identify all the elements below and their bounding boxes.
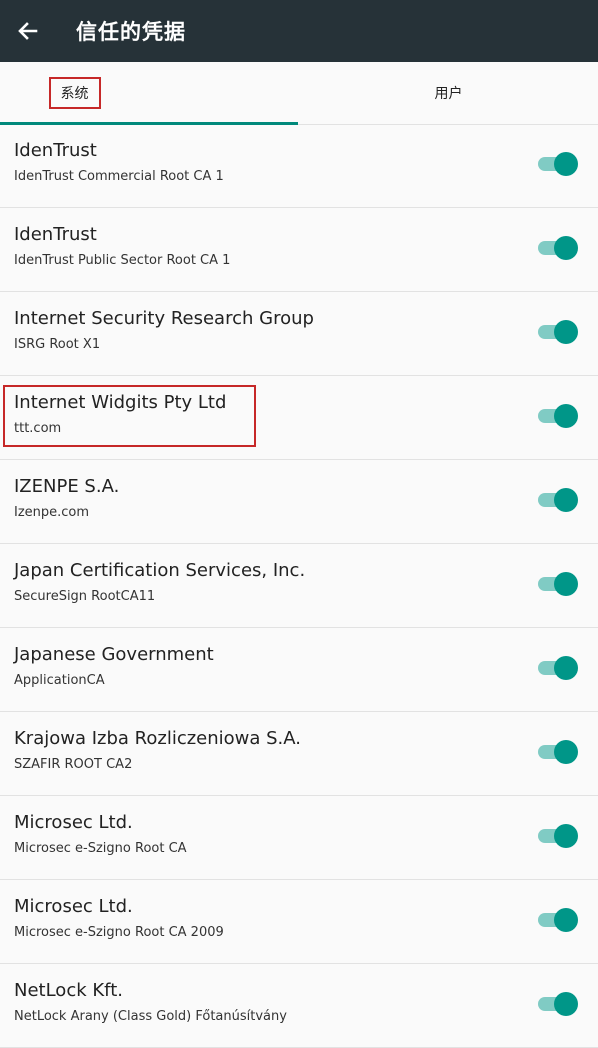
cert-subtitle: SZAFIR ROOT CA2 [14, 757, 133, 772]
cert-row[interactable]: IdenTrust IdenTrust Public Sector Root C… [0, 208, 598, 292]
cert-title: Japan Certification Services, Inc. [14, 560, 306, 581]
toggle-thumb [554, 656, 578, 680]
cert-title: Internet Security Research Group [14, 308, 314, 329]
tab-system-highlight: 系统 [48, 77, 101, 109]
cert-subtitle: Izenpe.com [14, 505, 90, 520]
cert-row[interactable]: Internet Security Research Group ISRG Ro… [0, 292, 598, 376]
cert-title: Internet Widgits Pty Ltd [14, 392, 227, 413]
tab-bar: 系统 用户 [0, 62, 598, 125]
cert-title: Krajowa Izba Rozliczeniowa S.A. [14, 728, 301, 749]
cert-subtitle: NetLock Arany (Class Gold) Főtanúsítvány [14, 1009, 287, 1024]
cert-subtitle: Microsec e-Szigno Root CA 2009 [14, 925, 224, 940]
cert-title: IdenTrust [14, 224, 97, 245]
cert-row[interactable]: Japan Certification Services, Inc. Secur… [0, 544, 598, 628]
app-bar: 信任的凭据 [0, 0, 598, 62]
toggle-thumb [554, 404, 578, 428]
toggle-thumb [554, 152, 578, 176]
cert-subtitle: ISRG Root X1 [14, 337, 101, 352]
cert-title: Microsec Ltd. [14, 812, 133, 833]
tab-user[interactable]: 用户 [299, 62, 598, 124]
toggle-thumb [554, 572, 578, 596]
toggle-thumb [554, 908, 578, 932]
back-arrow-icon[interactable] [16, 19, 40, 43]
cert-toggle[interactable] [538, 656, 578, 680]
cert-row[interactable]: IdenTrust IdenTrust Commercial Root CA 1 [0, 124, 598, 208]
back-arrow-svg [18, 22, 38, 40]
cert-subtitle: Microsec e-Szigno Root CA [14, 841, 187, 856]
cert-title: Microsec Ltd. [14, 896, 133, 917]
toggle-thumb [554, 824, 578, 848]
cert-toggle[interactable] [538, 236, 578, 260]
cert-toggle[interactable] [538, 824, 578, 848]
cert-row[interactable]: IZENPE S.A. Izenpe.com [0, 460, 598, 544]
cert-list: IdenTrust IdenTrust Commercial Root CA 1… [0, 124, 598, 1048]
cert-toggle[interactable] [538, 572, 578, 596]
cert-row[interactable]: Microsec Ltd. Microsec e-Szigno Root CA [0, 796, 598, 880]
toggle-thumb [554, 488, 578, 512]
cert-toggle[interactable] [538, 320, 578, 344]
cert-row[interactable]: NetLock Kft. NetLock Arany (Class Gold) … [0, 964, 598, 1048]
cert-title: NetLock Kft. [14, 980, 123, 1001]
cert-toggle[interactable] [538, 152, 578, 176]
cert-toggle[interactable] [538, 908, 578, 932]
toggle-thumb [554, 320, 578, 344]
cert-row[interactable]: Japanese Government ApplicationCA [0, 628, 598, 712]
cert-toggle[interactable] [538, 404, 578, 428]
toggle-thumb [554, 992, 578, 1016]
cert-title: IdenTrust [14, 140, 97, 161]
cert-row[interactable]: Microsec Ltd. Microsec e-Szigno Root CA … [0, 880, 598, 964]
page-title: 信任的凭据 [76, 20, 186, 44]
cert-subtitle: IdenTrust Commercial Root CA 1 [14, 169, 224, 184]
toggle-thumb [554, 236, 578, 260]
tab-user-label: 用户 [434, 86, 463, 102]
tab-system-label: 系统 [60, 86, 89, 102]
cert-subtitle: ttt.com [14, 421, 62, 436]
cert-title: IZENPE S.A. [14, 476, 120, 497]
cert-subtitle: IdenTrust Public Sector Root CA 1 [14, 253, 231, 268]
cert-row[interactable]: Internet Widgits Pty Ltd ttt.com [0, 376, 598, 460]
cert-toggle[interactable] [538, 740, 578, 764]
tab-system[interactable]: 系统 [0, 62, 299, 125]
toggle-thumb [554, 740, 578, 764]
cert-toggle[interactable] [538, 992, 578, 1016]
cert-subtitle: ApplicationCA [14, 673, 105, 688]
cert-toggle[interactable] [538, 488, 578, 512]
cert-subtitle: SecureSign RootCA11 [14, 589, 156, 604]
cert-row[interactable]: Krajowa Izba Rozliczeniowa S.A. SZAFIR R… [0, 712, 598, 796]
cert-title: Japanese Government [14, 644, 214, 665]
